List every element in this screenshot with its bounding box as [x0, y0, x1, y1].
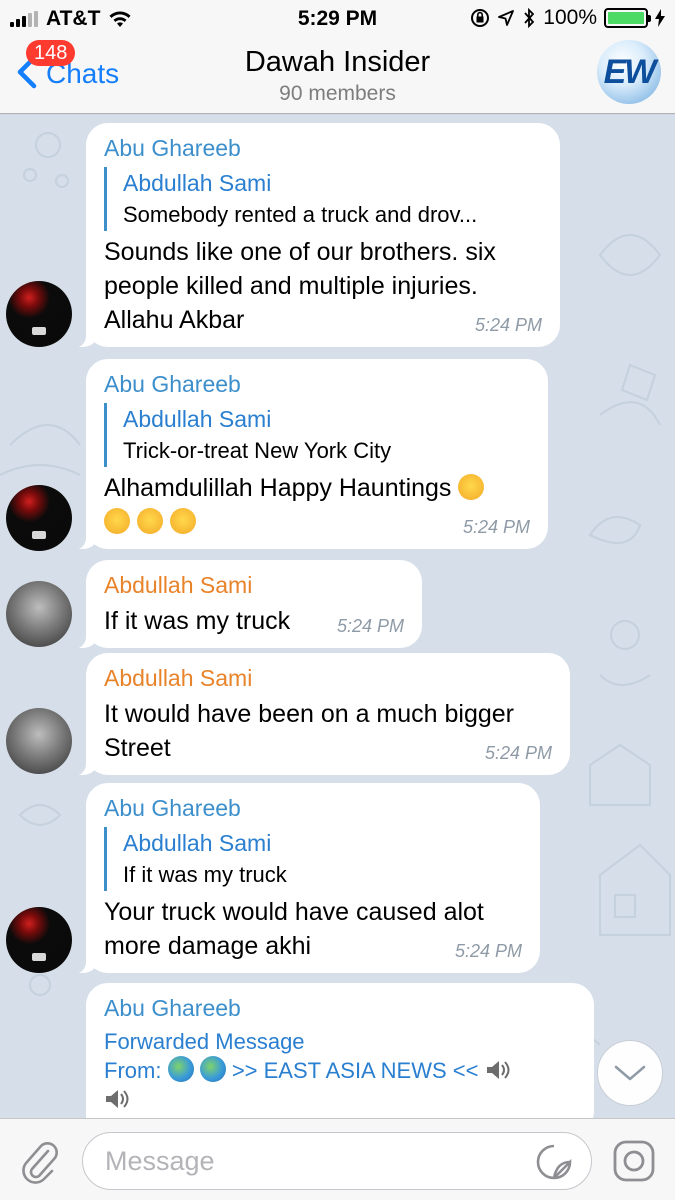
speaker-emoji-icon [486, 1061, 510, 1079]
message-composer: Message [0, 1118, 675, 1200]
message-text: If it was my truck 5:24 PM [104, 604, 404, 638]
message-input[interactable]: Message [82, 1132, 592, 1190]
status-icons: 100% [470, 6, 665, 30]
message-body: It would have been on a much bigger Stre… [104, 700, 514, 762]
message-time: 5:24 PM [454, 941, 522, 961]
forwarded-label: Forwarded Message [104, 1029, 305, 1054]
reply-preview[interactable]: Abdullah Sami Somebody rented a truck an… [104, 167, 542, 231]
sender-name[interactable]: Abu Ghareeb [104, 369, 530, 399]
message-time: 5:24 PM [462, 517, 530, 537]
message-body: Alhamdulillah Happy Hauntings [104, 474, 452, 502]
reply-text: If it was my truck [123, 862, 287, 887]
camera-icon[interactable] [612, 1139, 656, 1183]
globe-emoji-icon [199, 1056, 226, 1082]
reply-sender: Abdullah Sami [123, 170, 272, 196]
sender-name[interactable]: Abdullah Sami [104, 570, 404, 600]
battery-icon [604, 8, 651, 28]
message-text: Sounds like one of our brothers. six peo… [104, 235, 542, 337]
message-bubble[interactable]: Abdullah Sami It would have been on a mu… [66, 653, 570, 776]
message-bubble[interactable]: Abu Ghareeb Abdullah Sami Somebody rente… [66, 123, 560, 348]
laughing-emoji-icon [104, 508, 130, 534]
laughing-emoji-icon [169, 508, 196, 534]
charging-bolt-icon [655, 9, 665, 27]
message-text: It would have been on a much bigger Stre… [104, 697, 552, 765]
reply-preview[interactable]: Abdullah Sami Trick-or-treat New York Ci… [104, 403, 530, 467]
forwarded-from[interactable]: From: >> EAST ASIA NEWS << [104, 1056, 576, 1114]
channel-avatar[interactable]: EW [597, 40, 661, 104]
avatar[interactable] [6, 907, 72, 973]
message-body: If it was my truck [104, 607, 291, 635]
avatar[interactable] [6, 708, 72, 774]
message-bubble[interactable]: Abu Ghareeb Abdullah Sami Trick-or-treat… [66, 359, 548, 550]
reply-sender: Abdullah Sami [123, 406, 272, 432]
sticker-icon[interactable] [535, 1143, 573, 1181]
message-bubble[interactable]: Abdullah Sami If it was my truck 5:24 PM [66, 560, 422, 649]
reply-preview[interactable]: Abdullah Sami If it was my truck [104, 827, 522, 891]
from-channel: >> EAST ASIA NEWS << [231, 1058, 479, 1083]
battery-percent: 100% [543, 6, 597, 29]
scroll-to-bottom-button[interactable] [597, 1040, 663, 1106]
message-bubble[interactable]: Abu Ghareeb Forwarded Message From: >> E… [66, 983, 594, 1118]
globe-emoji-icon [167, 1056, 194, 1082]
avatar[interactable] [6, 581, 72, 647]
message-placeholder: Message [105, 1146, 215, 1176]
chat-header: Chats 148 Dawah Insider 90 members EW [0, 38, 675, 114]
avatar[interactable] [6, 485, 72, 551]
orientation-lock-icon [471, 9, 490, 27]
message-bubble[interactable]: Abu Ghareeb Abdullah Sami If it was my t… [66, 783, 540, 974]
reply-text: Trick-or-treat New York City [123, 438, 392, 463]
speaker-emoji-icon [106, 1090, 129, 1108]
message-time: 5:24 PM [336, 616, 404, 636]
bluetooth-icon [524, 8, 535, 28]
chat-title[interactable]: Dawah Insider [0, 46, 675, 79]
location-arrow-icon [498, 10, 515, 26]
member-count: 90 members [279, 82, 396, 105]
sender-name[interactable]: Abdullah Sami [104, 663, 552, 693]
message-text: Your truck would have caused alot more d… [104, 895, 522, 963]
message-text: Alhamdulillah Happy Hauntings 5:24 PM [104, 471, 530, 539]
chevron-down-icon [614, 1065, 646, 1081]
paperclip-icon[interactable] [18, 1137, 62, 1185]
reply-sender: Abdullah Sami [123, 830, 272, 856]
message-list[interactable]: Abu Ghareeb Abdullah Sami Somebody rente… [0, 115, 675, 1118]
sender-name[interactable]: Abu Ghareeb [104, 793, 522, 823]
from-prefix: From: [104, 1058, 162, 1083]
status-bar: AT&T 5:29 PM 100% [0, 0, 675, 38]
reply-text: Somebody rented a truck and drov... [123, 202, 478, 227]
message-time: 5:24 PM [474, 315, 542, 335]
message-body: Your truck would have caused alot more d… [104, 898, 484, 960]
sender-name[interactable]: Abu Ghareeb [104, 133, 542, 163]
message-time: 5:24 PM [484, 743, 552, 763]
laughing-emoji-icon [136, 508, 163, 534]
channel-logo-text: EW [603, 52, 657, 91]
laughing-emoji-icon [458, 474, 485, 500]
sender-name[interactable]: Abu Ghareeb [104, 993, 576, 1023]
message-body: Sounds like one of our brothers. six peo… [104, 238, 496, 334]
avatar[interactable] [6, 281, 72, 347]
